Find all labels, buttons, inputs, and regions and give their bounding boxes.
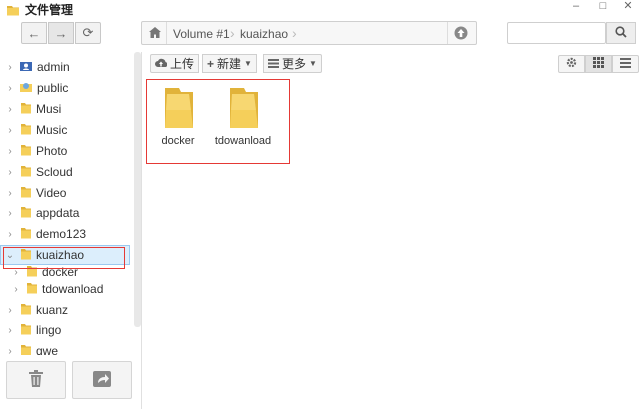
folder-icon: [20, 323, 32, 338]
chevron-right-icon[interactable]: ›: [4, 62, 16, 73]
sidebar-item-appdata[interactable]: › appdata: [4, 203, 79, 223]
sidebar-item-label: qwe: [36, 344, 59, 355]
chevron-right-icon[interactable]: ›: [4, 305, 16, 316]
delete-button[interactable]: [6, 361, 66, 399]
gear-icon: [566, 57, 577, 71]
breadcrumb-kuaizhao[interactable]: kuaizhao: [240, 27, 288, 41]
share-button[interactable]: [72, 361, 132, 399]
sidebar-item-photo[interactable]: › Photo: [4, 141, 67, 161]
sidebar-item-video[interactable]: › Video: [4, 183, 66, 203]
close-button[interactable]: ✕: [616, 0, 640, 16]
app-title: 文件管理: [25, 3, 74, 17]
sidebar-item-label: kuanz: [36, 303, 69, 317]
folder-icon: [20, 206, 32, 221]
upload-button[interactable]: 上传: [150, 54, 200, 73]
folder-icon: [20, 102, 32, 117]
more-button[interactable]: 更多 ▼: [263, 54, 322, 73]
chevron-right-icon[interactable]: ›: [4, 146, 16, 157]
sidebar-item-music[interactable]: › Music: [4, 120, 67, 140]
crumb-separator-icon: ›: [230, 25, 235, 41]
grid-view-button[interactable]: [585, 55, 612, 73]
sidebar-scrollbar[interactable]: [134, 52, 141, 327]
caret-down-icon: ▼: [309, 59, 317, 68]
folder-icon: [26, 282, 38, 297]
folder-icon: [20, 186, 32, 201]
folder-icon: [20, 123, 32, 138]
sidebar-item-tdowanload[interactable]: › tdowanload: [10, 279, 103, 299]
settings-button[interactable]: [558, 55, 585, 73]
chevron-right-icon[interactable]: ›: [4, 83, 16, 94]
chevron-right-icon[interactable]: ›: [4, 125, 16, 136]
title-bar: 文件管理 – □ ✕: [0, 0, 640, 20]
breadcrumb-volume[interactable]: Volume #1: [173, 27, 230, 41]
arrow-left-icon: ←: [27, 25, 41, 41]
chevron-right-icon[interactable]: ›: [4, 346, 16, 356]
crumb-divider: [447, 22, 448, 44]
folder-icon: [20, 303, 32, 318]
sidebar-item-label: Photo: [36, 144, 68, 158]
chevron-right-icon[interactable]: ›: [10, 284, 22, 295]
plus-icon: +: [207, 56, 215, 71]
sidebar-item-label: Video: [36, 186, 67, 200]
chevron-right-icon[interactable]: ›: [4, 104, 16, 115]
grid-icon: [593, 57, 604, 71]
refresh-button[interactable]: ⟳: [75, 22, 101, 44]
folder-tree: › admin › public › Musi › Music › Photo …: [0, 52, 141, 355]
highlight-box-content: [146, 79, 290, 164]
folder-icon: [20, 344, 32, 355]
sidebar-item-label: lingo: [36, 323, 62, 337]
sidebar-item-scloud[interactable]: › Scloud: [4, 162, 73, 182]
share-icon: [93, 370, 111, 390]
chevron-right-icon[interactable]: ›: [4, 229, 16, 240]
list-icon: [620, 57, 631, 71]
sidebar-item-qwe[interactable]: › qwe: [4, 341, 58, 355]
sidebar-item-label: tdowanload: [42, 282, 104, 296]
public-folder-icon: [20, 81, 33, 96]
pane-divider[interactable]: [141, 52, 142, 409]
list-icon: [268, 57, 279, 71]
list-view-button[interactable]: [612, 55, 639, 73]
sidebar-item-lingo[interactable]: › lingo: [4, 320, 61, 340]
forward-button[interactable]: →: [48, 22, 74, 44]
upload-icon: [155, 57, 168, 71]
home-icon[interactable]: [149, 27, 161, 41]
refresh-icon: ⟳: [82, 25, 94, 40]
crumb-divider: [166, 22, 167, 44]
sidebar-item-label: Scloud: [36, 165, 73, 179]
chevron-right-icon[interactable]: ›: [4, 325, 16, 336]
address-bar[interactable]: Volume #1 › kuaizhao ›: [141, 21, 477, 45]
sidebar-item-admin[interactable]: › admin: [4, 57, 70, 77]
search-input[interactable]: [507, 22, 606, 44]
sidebar-item-demo123[interactable]: › demo123: [4, 224, 86, 244]
maximize-button[interactable]: □: [591, 0, 615, 16]
sidebar-item-public[interactable]: › public: [4, 78, 68, 98]
chevron-right-icon[interactable]: ›: [4, 167, 16, 178]
highlight-box-sidebar: [3, 247, 125, 269]
user-folder-icon: [20, 60, 33, 75]
folder-icon: [20, 144, 32, 159]
crumb-separator-icon: ›: [292, 25, 297, 41]
sidebar-item-label: Musi: [36, 102, 62, 116]
sidebar-item-label: public: [37, 81, 69, 95]
sidebar-item-label: demo123: [36, 227, 87, 241]
up-icon[interactable]: [454, 26, 468, 43]
arrow-right-icon: →: [54, 25, 68, 41]
caret-down-icon: ▼: [244, 59, 252, 68]
sidebar-item-kuanz[interactable]: › kuanz: [4, 300, 68, 320]
sidebar-item-musi[interactable]: › Musi: [4, 99, 61, 119]
sidebar-item-label: appdata: [36, 206, 80, 220]
chevron-right-icon[interactable]: ›: [4, 188, 16, 199]
search-icon: [615, 25, 627, 41]
sidebar-item-label: admin: [37, 60, 70, 74]
sidebar-item-label: Music: [36, 123, 68, 137]
chevron-right-icon[interactable]: ›: [4, 208, 16, 219]
search-button[interactable]: [606, 22, 636, 44]
folder-icon: [20, 227, 32, 242]
trash-icon: [28, 370, 44, 390]
folder-icon: [20, 165, 32, 180]
folder-icon: [6, 3, 20, 20]
back-button[interactable]: ←: [21, 22, 47, 44]
new-button[interactable]: + 新建 ▼: [202, 54, 257, 73]
minimize-button[interactable]: –: [564, 0, 588, 16]
